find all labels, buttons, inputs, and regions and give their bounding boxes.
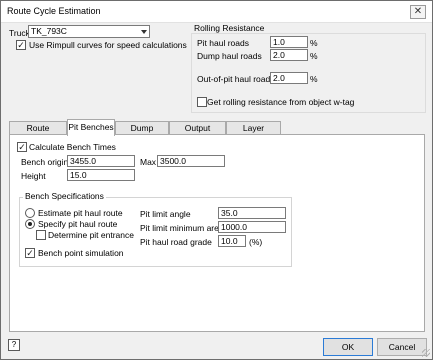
estimate-route-radio[interactable] [25, 208, 35, 218]
bench-origin-input[interactable]: 3455.0 [67, 155, 135, 167]
out-of-pit-haul-roads-label: Out-of-pit haul roads [197, 74, 275, 84]
bench-origin-label: Bench origin [21, 157, 69, 167]
truck-select[interactable]: TK_793C [28, 25, 150, 38]
rimpull-checkbox[interactable]: ✓ [16, 40, 26, 50]
truck-select-value: TK_793C [31, 26, 67, 36]
pit-limit-min-area-label: Pit limit minimum area [140, 223, 224, 233]
chevron-down-icon [141, 30, 147, 34]
resize-grip[interactable] [422, 349, 430, 357]
truck-label: Truck [9, 28, 30, 38]
tab-pit-benches[interactable]: Pit Benches [67, 119, 115, 136]
out-of-pit-haul-unit: % [310, 74, 318, 84]
tab-route-selection[interactable]: Route Selection [9, 121, 67, 145]
pit-haul-grade-label: Pit haul road grade [140, 237, 212, 247]
determine-entrance-checkbox[interactable] [36, 230, 46, 240]
specify-route-radio[interactable] [25, 219, 35, 229]
calculate-bench-times-checkbox[interactable]: ✓ [17, 142, 27, 152]
dump-haul-roads-input[interactable]: 2.0 [270, 49, 308, 61]
rolling-resistance-title: Rolling Resistance [194, 23, 265, 33]
specify-route-label: Specify pit haul route [38, 219, 118, 229]
height-label: Height [21, 171, 46, 181]
height-input[interactable]: 15.0 [67, 169, 135, 181]
title-bar: Route Cycle Estimation ✕ [1, 1, 432, 23]
pit-limit-min-area-input[interactable]: 1000.0 [218, 221, 286, 233]
determine-entrance-label: Determine pit entrance [48, 230, 134, 240]
help-icon[interactable]: ? [8, 339, 20, 351]
pit-limit-angle-input[interactable]: 35.0 [218, 207, 286, 219]
tab-dump-benches[interactable]: Dump Benches [115, 121, 169, 145]
route-cycle-estimation-dialog: Route Cycle Estimation ✕ Truck TK_793C ✓… [0, 0, 433, 360]
from-wtag-label: Get rolling resistance from object w-tag [207, 97, 355, 107]
estimate-route-label: Estimate pit haul route [38, 208, 123, 218]
cancel-button[interactable]: Cancel [377, 338, 427, 356]
pit-haul-grade-unit: (%) [249, 237, 263, 247]
bench-point-sim-label: Bench point simulation [38, 248, 124, 258]
pit-haul-unit: % [310, 38, 318, 48]
pit-limit-angle-label: Pit limit angle [140, 209, 191, 219]
pit-haul-roads-input[interactable]: 1.0 [270, 36, 308, 48]
tab-output-settings[interactable]: Output Settings [169, 121, 226, 145]
dump-haul-roads-label: Dump haul roads [197, 51, 262, 61]
window-title: Route Cycle Estimation [7, 6, 101, 16]
max-input[interactable]: 3500.0 [157, 155, 225, 167]
pit-haul-roads-label: Pit haul roads [197, 38, 249, 48]
tab-label: Pit Benches [68, 122, 114, 132]
pit-haul-grade-input[interactable]: 10.0 [218, 235, 246, 247]
calculate-bench-times-label: Calculate Bench Times [29, 142, 116, 152]
bench-specifications-title: Bench Specifications [23, 191, 106, 201]
ok-button[interactable]: OK [323, 338, 373, 356]
max-label: Max [140, 157, 157, 167]
rimpull-label: Use Rimpull curves for speed calculation… [29, 40, 187, 50]
from-wtag-checkbox[interactable] [197, 97, 207, 107]
pit-benches-panel: ✓ Calculate Bench Times Bench origin 345… [9, 134, 425, 332]
bench-point-sim-checkbox[interactable]: ✓ [25, 248, 35, 258]
out-of-pit-haul-roads-input[interactable]: 2.0 [270, 72, 308, 84]
close-button[interactable]: ✕ [410, 5, 426, 19]
tab-layer-creation[interactable]: Layer Creation [226, 121, 281, 145]
dump-haul-unit: % [310, 51, 318, 61]
